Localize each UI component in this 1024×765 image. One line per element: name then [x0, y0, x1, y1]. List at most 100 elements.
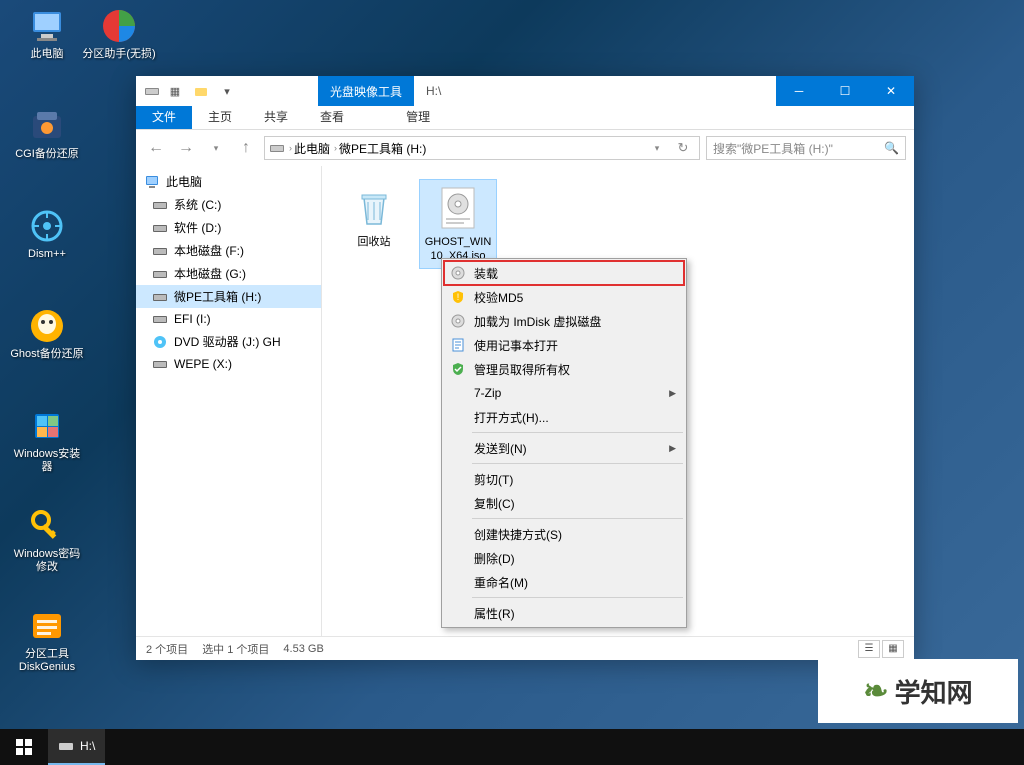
context-menu-label: 剪切(T)	[474, 471, 513, 488]
nav-recent-dropdown[interactable]: ▾	[204, 136, 228, 160]
context-menu-item[interactable]: 重命名(M)	[444, 570, 684, 594]
tree-item[interactable]: 软件 (D:)	[136, 216, 321, 239]
context-menu-label: 7-Zip	[474, 386, 501, 400]
tab-share[interactable]: 共享	[248, 104, 304, 129]
context-menu-separator	[472, 463, 683, 464]
status-selected-count: 选中 1 个项目	[202, 641, 269, 657]
recycle-bin-icon	[350, 184, 398, 232]
context-menu-label: 创建快捷方式(S)	[474, 526, 562, 543]
tab-home[interactable]: 主页	[192, 104, 248, 129]
address-bar[interactable]: ›此电脑 ›微PE工具箱 (H:) ▾ ↻	[264, 136, 700, 160]
context-menu-label: 打开方式(H)...	[474, 409, 549, 426]
submenu-arrow-icon: ▶	[669, 388, 676, 399]
desktop-icon-windows-installer[interactable]: Windows安装器	[10, 406, 84, 474]
breadcrumb-segment[interactable]: ›此电脑	[289, 140, 330, 157]
search-input[interactable]: 搜索"微PE工具箱 (H:)" 🔍	[706, 136, 906, 160]
context-menu-label: 加载为 ImDisk 虚拟磁盘	[474, 313, 601, 330]
context-menu-item[interactable]: 使用记事本打开	[444, 333, 684, 357]
context-menu-label: 删除(D)	[474, 550, 515, 567]
view-icons-button[interactable]: ▦	[882, 640, 904, 658]
drive-icon	[152, 311, 168, 327]
nav-up-button[interactable]: ↑	[234, 136, 258, 160]
drive-icon	[152, 220, 168, 236]
this-pc-icon	[27, 6, 67, 46]
desktop-icon-label: 此电脑	[10, 48, 84, 61]
context-menu-item[interactable]: 复制(C)	[444, 491, 684, 515]
desktop-icon-label: 分区助手(无损)	[82, 48, 156, 61]
desktop-icon-windows-password[interactable]: Windows密码修改	[10, 506, 84, 574]
context-menu-item[interactable]: 7-Zip ▶	[444, 381, 684, 405]
tree-this-pc[interactable]: 此电脑	[136, 170, 321, 193]
status-bar: 2 个项目 选中 1 个项目 4.53 GB ☰ ▦	[136, 636, 914, 660]
context-menu-item[interactable]: 管理员取得所有权	[444, 357, 684, 381]
taskbar[interactable]: H:\	[0, 729, 1024, 765]
disc-icon	[450, 313, 466, 329]
file-item[interactable]: GHOST_WIN10_X64.iso	[420, 180, 496, 268]
tree-item[interactable]: 微PE工具箱 (H:)	[136, 285, 321, 308]
tree-item-label: EFI (I:)	[174, 312, 211, 326]
tree-item[interactable]: 本地磁盘 (F:)	[136, 239, 321, 262]
context-menu-separator	[472, 518, 683, 519]
maximize-button[interactable]: ☐	[822, 76, 868, 106]
desktop-icon-partition-assistant[interactable]: 分区助手(无损)	[82, 6, 156, 61]
context-menu-label: 重命名(M)	[474, 574, 528, 591]
tree-item[interactable]: 本地磁盘 (G:)	[136, 262, 321, 285]
desktop-icon-this-pc[interactable]: 此电脑	[10, 6, 84, 61]
refresh-button[interactable]: ↻	[671, 136, 695, 160]
close-button[interactable]: ✕	[868, 76, 914, 106]
file-label: 回收站	[340, 236, 408, 250]
tree-item-label: 微PE工具箱 (H:)	[174, 288, 261, 305]
start-button[interactable]	[0, 729, 48, 765]
drive-icon	[152, 289, 168, 305]
desktop-icon-cgi-backup[interactable]: CGI备份还原	[10, 106, 84, 161]
context-menu-label: 属性(R)	[474, 605, 515, 622]
address-dropdown-icon[interactable]: ▾	[645, 136, 669, 160]
titlebar[interactable]: ▦ ▾ 光盘映像工具 H:\ ─ ☐ ✕	[136, 76, 914, 106]
nav-back-button[interactable]: ←	[144, 136, 168, 160]
context-menu-item[interactable]: 发送到(N)▶	[444, 436, 684, 460]
window-controls: ─ ☐ ✕	[776, 76, 914, 106]
desktop-icon-diskgenius[interactable]: 分区工具DiskGenius	[10, 606, 84, 674]
tree-item[interactable]: EFI (I:)	[136, 308, 321, 330]
context-menu-item[interactable]: 装载	[444, 261, 684, 285]
qat-dropdown-icon[interactable]: ▾	[216, 80, 238, 102]
navigation-pane[interactable]: 此电脑 系统 (C:)软件 (D:)本地磁盘 (F:)本地磁盘 (G:) 微PE工…	[136, 166, 322, 636]
tree-item-label: WEPE (X:)	[174, 357, 232, 371]
context-menu-item[interactable]: 打开方式(H)...	[444, 405, 684, 429]
context-menu-separator	[472, 432, 683, 433]
qat-properties-icon[interactable]: ▦	[164, 80, 186, 102]
taskbar-explorer-button[interactable]: H:\	[48, 729, 105, 765]
drive-icon	[269, 140, 285, 156]
context-menu-item[interactable]: 属性(R)	[444, 601, 684, 625]
tab-view[interactable]: 查看	[304, 104, 360, 129]
dism-icon	[27, 206, 67, 246]
tree-item[interactable]: DVD 驱动器 (J:) GH	[136, 330, 321, 353]
iso-file-icon	[434, 184, 482, 232]
shield-ok-icon	[450, 361, 466, 377]
breadcrumb-segment[interactable]: ›微PE工具箱 (H:)	[334, 140, 426, 157]
disc-icon	[450, 265, 466, 281]
desktop-icon-ghost-backup[interactable]: Ghost备份还原	[10, 306, 84, 361]
tab-manage[interactable]: 管理	[390, 104, 446, 129]
status-size: 4.53 GB	[283, 643, 323, 655]
context-menu-item[interactable]: 剪切(T)	[444, 467, 684, 491]
context-menu-label: 校验MD5	[474, 289, 523, 306]
desktop-icon-dism[interactable]: Dism++	[10, 206, 84, 261]
context-menu-label: 装载	[474, 265, 498, 282]
view-details-button[interactable]: ☰	[858, 640, 880, 658]
context-menu-item[interactable]: 删除(D)	[444, 546, 684, 570]
desktop-icon-label: CGI备份还原	[10, 148, 84, 161]
qat-new-folder-icon[interactable]	[190, 80, 212, 102]
context-menu-item[interactable]: 创建快捷方式(S)	[444, 522, 684, 546]
context-menu-item[interactable]: 加载为 ImDisk 虚拟磁盘	[444, 309, 684, 333]
context-menu-item[interactable]: !校验MD5	[444, 285, 684, 309]
drive-icon	[152, 197, 168, 213]
nav-forward-button[interactable]: →	[174, 136, 198, 160]
tab-file[interactable]: 文件	[136, 104, 192, 129]
tree-item[interactable]: WEPE (X:)	[136, 353, 321, 375]
tree-item-label: DVD 驱动器 (J:) GH	[174, 333, 281, 350]
file-item[interactable]: 回收站	[336, 180, 412, 254]
minimize-button[interactable]: ─	[776, 76, 822, 106]
tree-item[interactable]: 系统 (C:)	[136, 193, 321, 216]
drive-icon	[58, 738, 74, 754]
